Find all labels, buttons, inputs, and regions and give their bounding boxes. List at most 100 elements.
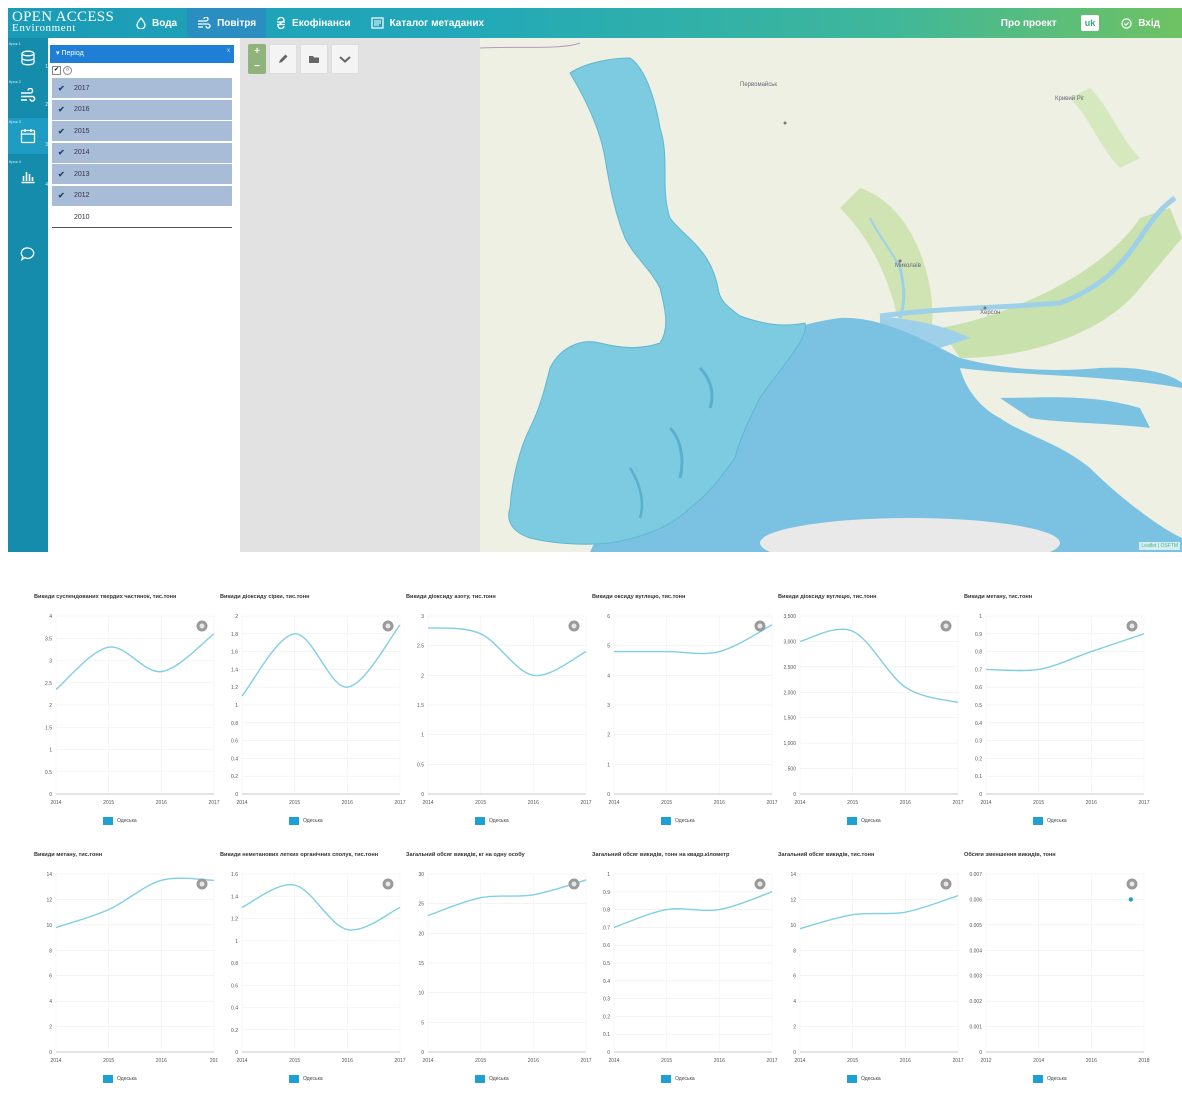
- year-row-2013[interactable]: ✔ 2013: [52, 164, 232, 185]
- chart-legend[interactable]: Одеська: [661, 1075, 695, 1083]
- chart-plot: 0 0.1 0.2 0.3 0.4 0.5 0.6 0.7 0.8 0.9 1 2014 2015 201…: [603, 872, 778, 1064]
- series-line[interactable]: [614, 624, 773, 655]
- year-row-2014[interactable]: ✔ 2014: [52, 142, 232, 163]
- y-tick-label: 0.2: [231, 1028, 238, 1034]
- chart-legend[interactable]: Одеська: [103, 1075, 137, 1083]
- login-label: Вхід: [1138, 17, 1160, 29]
- x-tick-label: 2015: [103, 800, 114, 806]
- series-line[interactable]: [55, 633, 215, 690]
- draw-button[interactable]: [269, 44, 297, 74]
- chart-menu-icon[interactable]: [1126, 620, 1138, 632]
- y-tick-label: 1: [421, 733, 424, 739]
- y-tick-label: 1.6: [231, 872, 238, 878]
- data-point[interactable]: [1128, 897, 1134, 902]
- y-tick-label: 25: [418, 902, 424, 908]
- zoom-in-button[interactable]: +: [254, 46, 260, 57]
- chart-card: Викиди неметанових летких органічних спо…: [216, 852, 406, 1092]
- x-tick-label: 2014: [794, 1058, 805, 1064]
- legend-label: Одеська: [117, 1076, 137, 1082]
- y-tick-label: 1.4: [231, 667, 238, 673]
- map-attribution[interactable]: Leaflet | OSFTM: [1139, 542, 1180, 550]
- chart-menu-icon[interactable]: [940, 878, 952, 890]
- rail-step-2[interactable]: Крок 2 2: [8, 78, 48, 114]
- expand-button[interactable]: [331, 44, 359, 74]
- nav-right-group: Про проект uk Вхід: [1001, 8, 1182, 38]
- y-tick-label: 0.8: [975, 650, 982, 656]
- chart-menu-icon[interactable]: [382, 620, 394, 632]
- chart-title: Викиди діоксиду сірки, тис.тонн: [220, 594, 310, 600]
- series-line[interactable]: [799, 628, 959, 704]
- nav-item-ecofinance[interactable]: Екофінанси: [266, 8, 361, 38]
- series-line[interactable]: [799, 894, 959, 930]
- chart-menu-icon[interactable]: [940, 620, 952, 632]
- chart-legend[interactable]: Одеська: [847, 1075, 881, 1083]
- series-line[interactable]: [427, 627, 587, 677]
- chart-legend[interactable]: Одеська: [475, 1075, 509, 1083]
- year-row-2012[interactable]: ✔ 2012: [52, 185, 232, 206]
- chart-card: Викиди метану, тис.тонн 0 2 4 6 8 10 12 14 2014 20…: [30, 852, 220, 1092]
- nav-item-water-label: Вода: [152, 17, 178, 29]
- y-tick-label: 0.6: [603, 943, 610, 949]
- chart-legend[interactable]: Одеська: [847, 817, 881, 825]
- close-icon[interactable]: x: [227, 48, 230, 54]
- login-button[interactable]: Вхід: [1121, 18, 1160, 29]
- y-tick-label: 8: [793, 948, 796, 954]
- nav-item-water[interactable]: Вода: [126, 8, 187, 38]
- brand-logo[interactable]: OPEN ACCESS Environment: [8, 10, 126, 34]
- series-line[interactable]: [241, 624, 401, 697]
- layers-folder-button[interactable]: [300, 44, 328, 74]
- y-tick-label: 2: [421, 673, 424, 679]
- y-tick-label: 0.7: [975, 667, 982, 673]
- chart-menu-icon[interactable]: [196, 878, 208, 890]
- chart-menu-icon[interactable]: [754, 878, 766, 890]
- chart-menu-icon[interactable]: [754, 620, 766, 632]
- chat-icon[interactable]: [20, 246, 36, 262]
- nav-item-catalog[interactable]: Каталог метаданих: [361, 8, 494, 38]
- chart-menu-icon[interactable]: [382, 878, 394, 890]
- period-panel-header[interactable]: ▾ Період x: [50, 45, 234, 63]
- y-tick-label: 1: [235, 939, 238, 945]
- chart-menu-icon[interactable]: [568, 878, 580, 890]
- chart-menu-icon[interactable]: [196, 620, 208, 632]
- legend-swatch: [103, 817, 113, 825]
- chart-plot: 024681012142014 2015 2016 2017: [790, 872, 963, 1064]
- year-row-2010[interactable]: 2010: [52, 207, 232, 228]
- y-tick-label: 2: [235, 614, 238, 620]
- y-tick-label: 0.5: [975, 703, 982, 709]
- series-line[interactable]: [985, 633, 1145, 672]
- chart-menu-icon[interactable]: [1126, 878, 1138, 890]
- x-tick-label: 2015: [289, 1058, 300, 1064]
- chart-legend[interactable]: Одеська: [289, 817, 323, 825]
- rail-step-1[interactable]: Крок 1 1: [8, 40, 48, 76]
- x-tick-label: 2015: [103, 1058, 114, 1064]
- select-all-checkbox[interactable]: ✔: [52, 66, 61, 75]
- chart-legend[interactable]: Одеська: [475, 817, 509, 825]
- catalog-icon: [370, 17, 384, 29]
- map-view[interactable]: Первомайськ Кривий Ріг Миколаїв Херсон +…: [240, 38, 1182, 552]
- language-switch[interactable]: uk: [1080, 15, 1100, 31]
- y-tick-label: 0.7: [603, 925, 610, 931]
- year-row-2017[interactable]: ✔ 2017: [52, 78, 232, 98]
- deselect-all-circle[interactable]: ○: [63, 66, 72, 75]
- rail-step-4[interactable]: Крок 4 4: [8, 158, 48, 194]
- x-tick-label: 2014: [422, 800, 433, 806]
- year-row-2015[interactable]: ✔ 2015: [52, 121, 232, 142]
- chart-legend[interactable]: Одеська: [103, 817, 137, 825]
- y-tick-label: 0.004: [969, 948, 982, 954]
- nav-item-air[interactable]: Повітря: [187, 8, 267, 38]
- y-tick-label: 4: [49, 999, 52, 1005]
- chart-legend[interactable]: Одеська: [1033, 1075, 1067, 1083]
- series-line[interactable]: [427, 879, 587, 917]
- y-tick-label: 1: [979, 614, 982, 620]
- series-line[interactable]: [241, 884, 401, 931]
- about-link[interactable]: Про проект: [1001, 18, 1057, 29]
- chart-legend[interactable]: Одеська: [289, 1075, 323, 1083]
- chart-legend[interactable]: Одеська: [661, 817, 695, 825]
- chart-plot: 0 500 1,000 1,500 2,000 2,500 3,000 3,500 2014 20…: [783, 614, 963, 806]
- chart-legend[interactable]: Одеська: [1033, 817, 1067, 825]
- rail-step-3[interactable]: Крок 3 3: [8, 118, 48, 154]
- series-line[interactable]: [55, 877, 215, 929]
- chart-menu-icon[interactable]: [568, 620, 580, 632]
- zoom-out-button[interactable]: −: [254, 61, 260, 72]
- year-row-2016[interactable]: ✔ 2016: [52, 99, 232, 120]
